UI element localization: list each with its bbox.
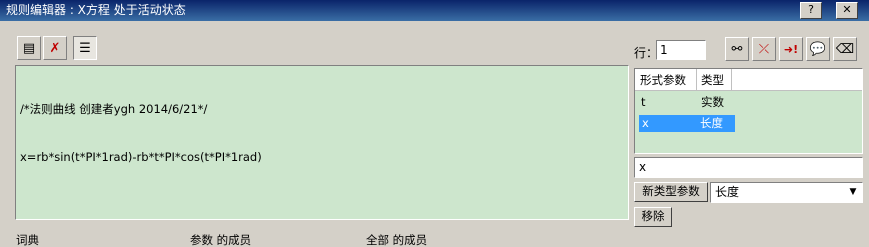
header-formal-param[interactable]: 形式参数 [640, 72, 686, 88]
line-label: 行： [634, 46, 659, 60]
search-button[interactable]: ⚯ [725, 37, 749, 61]
help-icon: ? [808, 3, 814, 16]
all-members-label: 全部 的成员 [366, 233, 428, 247]
param-type: 实数 [701, 95, 724, 109]
formula-view-icon: ▤ [22, 40, 36, 56]
title-bar: 规则编辑器 : X方程 处于活动状态 ? ✕ [0, 0, 869, 21]
check-error-button[interactable]: ✗ [43, 36, 67, 60]
erase-button[interactable]: ⌫ [833, 37, 857, 61]
text-align-icon: ☰ [79, 40, 91, 56]
run-button[interactable]: ➜! [779, 37, 803, 61]
parameters-header: 形式参数 类型 [635, 69, 862, 91]
header-type[interactable]: 类型 [701, 72, 724, 88]
param-type: 长度 [697, 115, 735, 132]
type-select[interactable]: 长度 ▼ [710, 182, 863, 203]
step-icon: ⤫ [758, 41, 770, 57]
column-divider [696, 69, 697, 90]
check-error-icon: ✗ [49, 40, 61, 56]
eraser-icon: ⌫ [835, 41, 855, 57]
param-name: x [639, 115, 700, 132]
new-type-param-button[interactable]: 新类型参数 [634, 182, 708, 202]
type-select-value: 长度 [715, 185, 740, 199]
param-members-label: 参数 的成员 [190, 233, 252, 247]
binoculars-icon: ⚯ [731, 41, 743, 57]
window-title: 规则编辑器 : X方程 处于活动状态 [6, 3, 186, 17]
help-button[interactable]: ? [800, 2, 822, 19]
chevron-down-icon: ▼ [849, 187, 857, 197]
close-button[interactable]: ✕ [836, 2, 858, 19]
param-name: t [641, 95, 646, 109]
formula-view-button[interactable]: ▤ [17, 36, 41, 60]
comment-button[interactable]: 💬 [806, 37, 830, 61]
dictionary-label: 词典 [16, 233, 39, 247]
formula-editor[interactable]: /*法则曲线 创建者ygh 2014/6/21*/ x=rb*sin(t*PI*… [15, 65, 629, 220]
run-icon: ➜! [783, 42, 799, 56]
line-number-input[interactable]: 1 [656, 40, 706, 60]
speech-bubble-icon: 💬 [809, 41, 827, 57]
param-row-t[interactable]: t 实数 [635, 94, 862, 111]
column-divider [731, 69, 732, 90]
editor-line: /*法则曲线 创建者ygh 2014/6/21*/ [20, 102, 208, 116]
text-align-button[interactable]: ☰ [73, 36, 97, 60]
editor-line: x=rb*sin(t*PI*1rad)-rb*t*PI*cos(t*PI*1ra… [20, 150, 262, 164]
param-row-x[interactable]: x 长度 [635, 115, 862, 132]
remove-button[interactable]: 移除 [634, 207, 672, 227]
param-name-input[interactable]: x [634, 157, 863, 178]
close-icon: ✕ [842, 3, 852, 16]
step-button[interactable]: ⤫ [752, 37, 776, 61]
parameters-list[interactable]: 形式参数 类型 t 实数 x 长度 [634, 68, 863, 154]
